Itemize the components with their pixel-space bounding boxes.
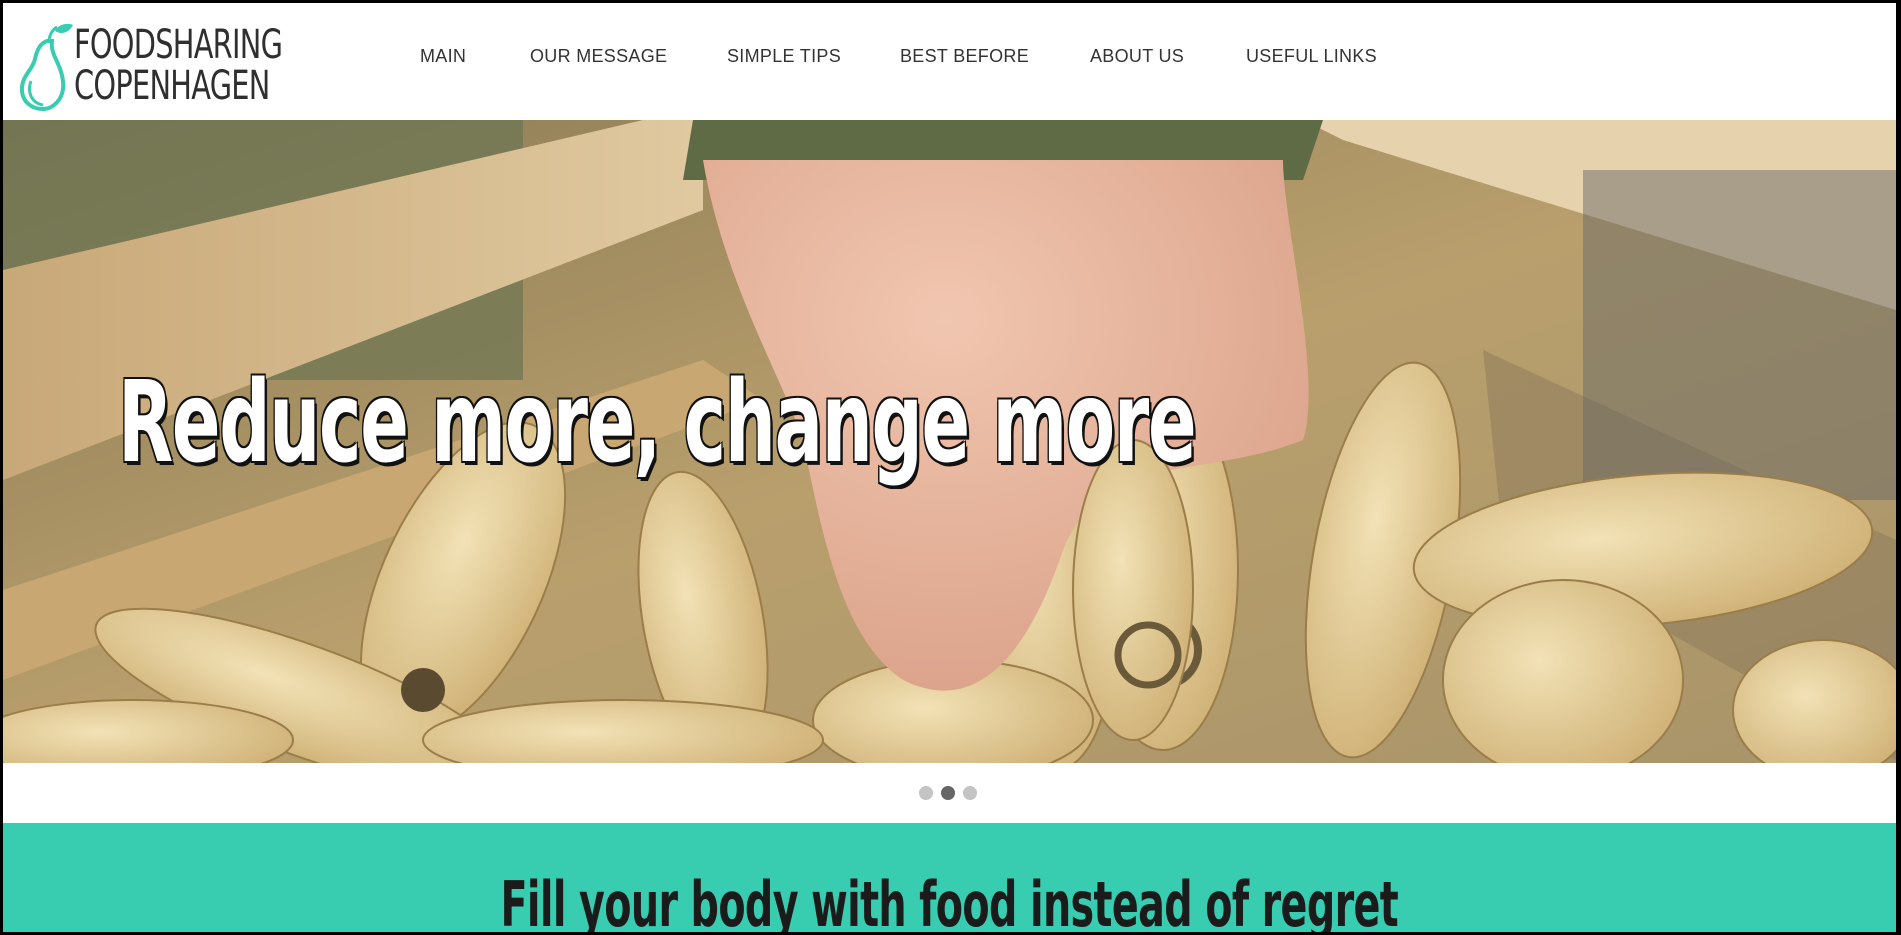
logo-line-1: FOODSHARING: [74, 22, 283, 68]
nav-item-our-message[interactable]: OUR MESSAGE: [530, 46, 667, 67]
banner-heading: Fill your body with food instead of regr…: [3, 865, 1896, 932]
page: FOODSHARING COPENHAGEN MAIN OUR MESSAGE …: [3, 3, 1896, 932]
carousel-dot-2[interactable]: [941, 786, 955, 800]
banner-heading-text: Fill your body with food instead of regr…: [500, 868, 1399, 932]
site-logo[interactable]: FOODSHARING COPENHAGEN: [19, 21, 283, 115]
logo-line-2: COPENHAGEN: [74, 63, 270, 109]
hero-title: Reduce more, change more: [118, 358, 1197, 488]
hero-slider[interactable]: Reduce more, change more: [3, 120, 1896, 763]
tagline-banner: Fill your body with food instead of regr…: [3, 823, 1896, 932]
nav-item-simple-tips[interactable]: SIMPLE TIPS: [727, 46, 841, 67]
nav-item-useful-links[interactable]: USEFUL LINKS: [1246, 46, 1377, 67]
logo-wordmark: FOODSHARING COPENHAGEN: [74, 22, 283, 109]
nav-item-main[interactable]: MAIN: [420, 46, 466, 67]
pear-icon: [19, 23, 73, 112]
site-header: FOODSHARING COPENHAGEN MAIN OUR MESSAGE …: [3, 3, 1896, 120]
nav-item-about-us[interactable]: ABOUT US: [1090, 46, 1184, 67]
nav-item-best-before[interactable]: BEST BEFORE: [900, 46, 1029, 67]
carousel-dot-3[interactable]: [963, 786, 977, 800]
carousel-dot-1[interactable]: [919, 786, 933, 800]
